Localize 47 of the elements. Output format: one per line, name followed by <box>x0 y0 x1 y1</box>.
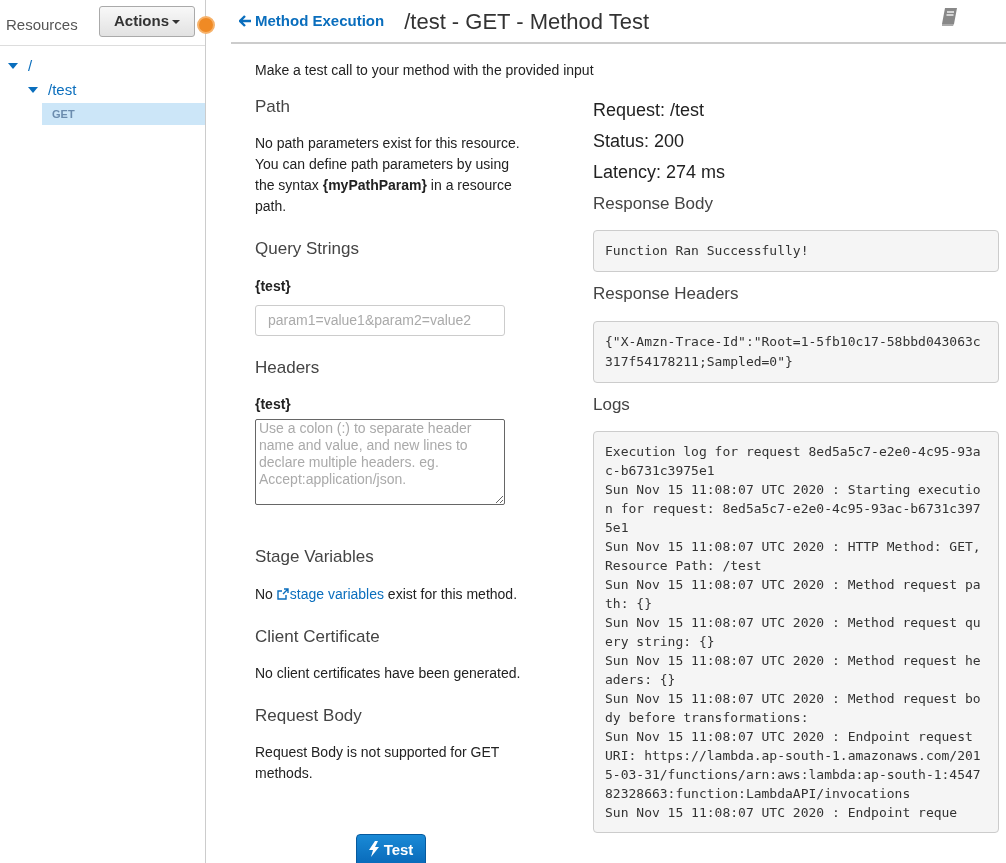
request-line: Request: /test <box>593 99 706 122</box>
section-text: No stage variables exist for this method. <box>255 584 519 604</box>
section-heading: Request Body <box>255 705 363 727</box>
section-text: No path parameters exist for this resource. You can define path parameters by using the syntax {myPathParam} in a resource path. <box>255 134 521 217</box>
sidebar-title: Resources <box>6 15 78 35</box>
log-entry: Sun Nov 15 11:08:07 UTC 2020 : Endpoint reque <box>605 804 959 823</box>
log-entry: Sun Nov 15 11:08:07 UTC 2020 : Method request path: {} <box>605 576 982 614</box>
response-headers-box: {"X-Amzn-Trace-Id":"Root=1-5fb10c17-58bbd043063c317f54178211;Sampled=0"} <box>593 320 999 383</box>
section-heading: Stage Variables <box>255 547 375 568</box>
log-entry: Sun Nov 15 11:08:07 UTC 2020 : Starting execution for request: 8ed5a5c7-e2e0-4c95-93ac-b6731c3975e1 <box>605 481 982 538</box>
expanded-caret-icon[interactable] <box>8 62 18 70</box>
resource-item[interactable]: /test <box>48 78 77 102</box>
section-heading: Path <box>255 97 291 118</box>
headers-field[interactable]: Use a colon (:) to separate header name and value, and new lines to declare multiple headers. eg. Accept:application/json. <box>255 419 505 506</box>
back-link[interactable]: Method Execution <box>239 9 385 33</box>
log-entry: Sun Nov 15 11:08:07 UTC 2020 : Method request body before transformations: <box>605 690 982 728</box>
log-entry: Sun Nov 15 11:08:07 UTC 2020 : Method request headers: {} <box>605 652 982 690</box>
resource-item[interactable]: / <box>28 54 33 78</box>
log-entry: Sun Nov 15 11:08:07 UTC 2020 : HTTP Method: GET, Resource Path: /test <box>605 538 982 576</box>
section-heading: Response Headers <box>593 284 740 305</box>
log-entry: Sun Nov 15 11:08:07 UTC 2020 : Endpoint request URI: https://lambda.ap-south-1.amazonaws.com/2015-03-31/functions/arn:aws:lambda:ap-south-1:454782328663:function:LambdaAPI/invocations <box>605 728 982 804</box>
log-entry: Execution log for request 8ed5a5c7-e2e0-4c95-93ac-b6731c3975e1 <box>605 443 982 481</box>
intro-text: Make a test call to your method with the provided input <box>255 61 595 80</box>
actions-button[interactable]: Actions <box>99 6 195 37</box>
section-heading: Query Strings <box>255 239 360 260</box>
section-heading: Headers <box>255 357 321 379</box>
bolt-icon <box>368 841 379 858</box>
status-line: Status: 200 <box>593 130 686 153</box>
test-button[interactable]: Test <box>355 834 427 863</box>
book-icon[interactable] <box>940 7 958 27</box>
section-heading: Client Certificate <box>255 626 381 647</box>
section-heading: Logs <box>593 394 631 416</box>
param-label: {test} <box>255 276 292 296</box>
back-arrow-icon <box>239 14 251 27</box>
section-text: Request Body is not supported for GET methods. <box>255 743 501 784</box>
stage-variables-link[interactable]: stage variables <box>276 585 384 602</box>
expanded-caret-icon[interactable] <box>28 86 38 94</box>
page-title: /test - GET - Method Test <box>404 7 650 36</box>
section-heading: Response Body <box>593 194 715 215</box>
resize-handle[interactable] <box>197 16 215 34</box>
param-label: {test} <box>255 395 292 415</box>
response-body-box: Function Ran Successfully! <box>593 230 999 273</box>
latency-line: Latency: 274 ms <box>593 161 727 184</box>
query-string-field[interactable]: param1=value1&param2=value2 <box>255 304 505 336</box>
external-link-icon <box>276 587 289 600</box>
section-text: No client certificates have been generated. <box>255 663 522 683</box>
log-entry: Sun Nov 15 11:08:07 UTC 2020 : Method request query string: {} <box>605 614 982 652</box>
